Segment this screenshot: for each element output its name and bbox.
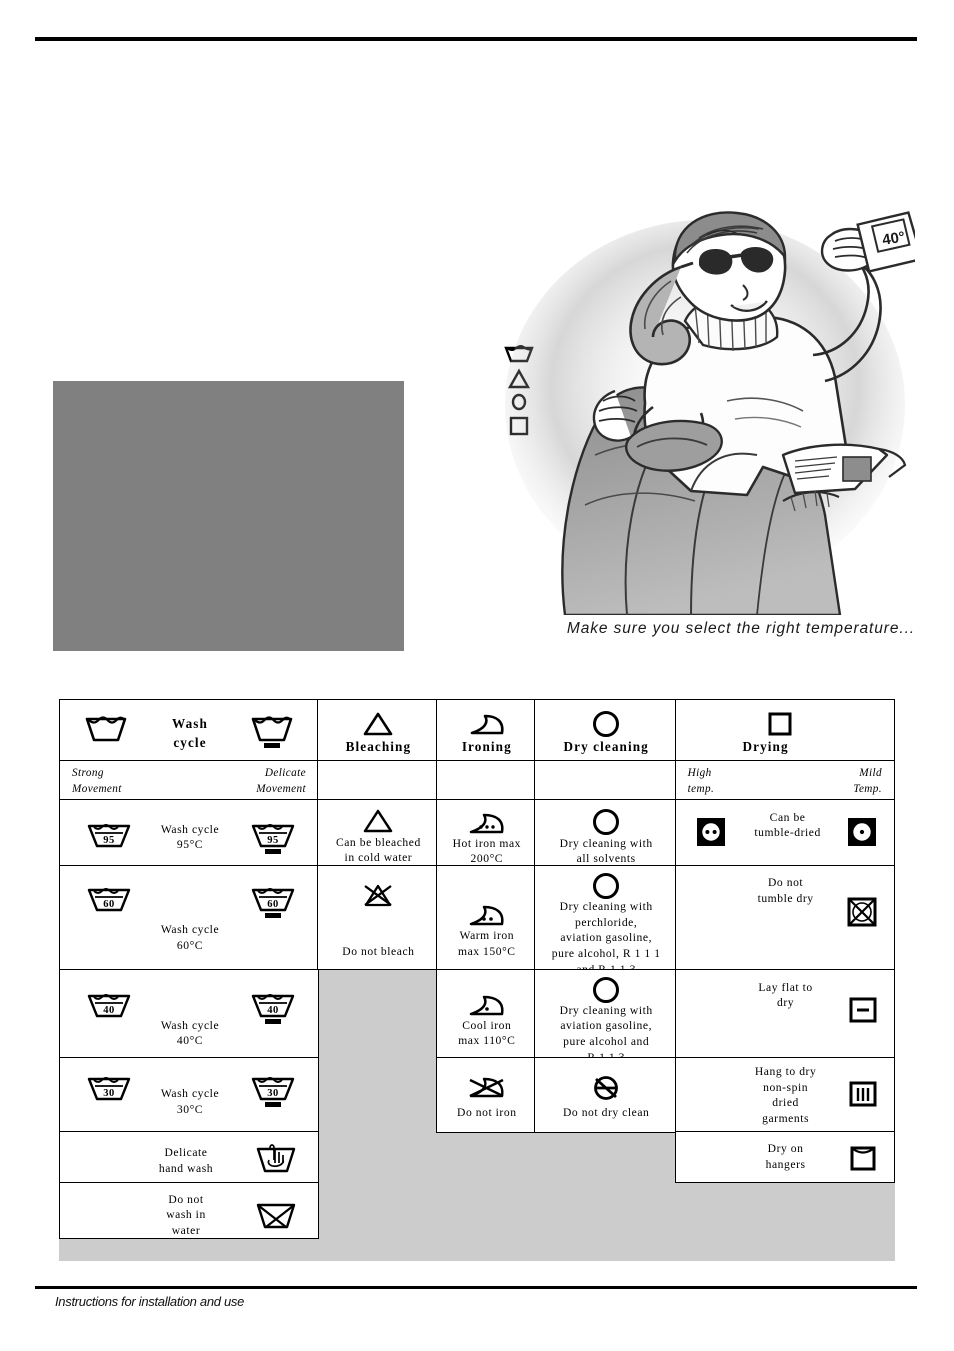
table-header-ironing: Ironing (435, 699, 536, 762)
laundry-illustration: 40° (495, 205, 915, 615)
table-row-hand-wash-label: Delicate hand wash (158, 1146, 214, 1176)
do-not-tumble-dry-icon (846, 896, 878, 933)
table-row-do-not-iron-label: Do not iron (457, 1106, 517, 1119)
illustration-caption: Make sure you select the right temperatu… (566, 620, 915, 637)
subheader-delicate-movement: Delicate Movement (256, 767, 306, 795)
table-subheader-wash: Strong Movement Delicate Movement (59, 760, 319, 801)
svg-text:60: 60 (103, 899, 115, 910)
wash-tub-30-icon: 30 (86, 1074, 132, 1107)
table-row-dryclean-all: Dry cleaning with all solvents (534, 798, 677, 867)
table-row-do-not-dryclean-label: Do not dry clean (562, 1106, 650, 1119)
table-header-bleaching: Bleaching (317, 699, 438, 762)
wash-tub-40-delicate-icon: 40 (250, 991, 296, 1032)
wash-tub-icon (84, 714, 128, 749)
hand-wash-icon (255, 1143, 297, 1180)
table-row-hang-dry-nonspin-label: Hang to dry non-spin dried garments (754, 1065, 817, 1125)
subheader-mild-temp: Mild Temp. (853, 767, 882, 795)
table-row-do-not-bleach: Do not bleach (317, 865, 438, 971)
svg-text:40: 40 (267, 1005, 279, 1016)
footer-rule (35, 1286, 917, 1289)
table-row-do-not-iron: Do not iron (435, 1057, 536, 1133)
table-row-iron-hot-label: Hot iron max 200°C (452, 836, 522, 866)
wash-tub-30-delicate-icon: 30 (250, 1074, 296, 1115)
do-not-wash-icon (255, 1201, 297, 1236)
table-row-do-not-dryclean: Do not dry clean (534, 1057, 677, 1133)
svg-text:60: 60 (267, 899, 279, 910)
table-row-do-not-wash: Do not wash in water (59, 1181, 319, 1239)
table-row-dryclean-aviation-label: Dry cleaning with aviation gasoline, pur… (559, 1003, 653, 1064)
table-row-wash-40: 40 Wash cycle 40°C 40 (59, 968, 319, 1059)
drip-dry-icon (848, 1079, 878, 1114)
table-header-drycleaning-label: Dry cleaning (563, 739, 649, 754)
table-row-do-not-tumble-dry: Do not tumble dry (674, 865, 895, 971)
table-row-tumble-dry: Can be tumble-dried (674, 798, 895, 867)
footer-text: Instructions for installation and use (55, 1294, 245, 1309)
table-row-wash-40-label: Wash cycle 40°C (160, 1018, 220, 1048)
table-header-wash-label: Wash cycle (172, 716, 208, 751)
table-row-do-not-tumble-dry-label: Do not tumble dry (757, 876, 814, 905)
wash-tub-delicate-icon (250, 714, 294, 755)
subheader-high-temp: High temp. (687, 767, 715, 795)
table-row-lay-flat-dry: Lay flat to dry (674, 968, 895, 1059)
table-subheader-drycleaning (534, 760, 677, 801)
table-row-iron-cool-label: Cool iron max 110°C (458, 1018, 516, 1048)
care-symbols-table: Wash cycle Bleaching Ironing Dry cleanin… (59, 699, 895, 1261)
wash-tub-60-delicate-icon: 60 (250, 885, 296, 926)
do-not-bleach-icon (361, 881, 395, 914)
table-subheader-ironing (435, 760, 536, 801)
table-row-dry-on-hangers: Dry on hangers (674, 1131, 895, 1184)
table-row-dryclean-aviation: Dry cleaning with aviation gasoline, pur… (534, 968, 677, 1064)
hang-dry-icon (848, 1143, 878, 1178)
table-row-iron-warm: Warm iron max 150°C (435, 865, 536, 971)
header-rule (35, 37, 917, 41)
table-row-lay-flat-dry-label: Lay flat to dry (758, 980, 813, 1010)
table-header-ironing-label: Ironing (461, 739, 512, 754)
table-header-bleaching-label: Bleaching (345, 739, 412, 754)
tumble-dry-high-icon (695, 816, 727, 853)
table-row-do-not-bleach-label: Do not bleach (342, 945, 415, 959)
table-row-tumble-dry-label: Can be tumble-dried (754, 810, 821, 840)
table-row-wash-95-label: Wash cycle 95°C (160, 822, 220, 852)
wash-tub-95-delicate-icon: 95 (250, 821, 296, 862)
table-row-wash-60: 60 Wash cycle 60°C 60 (59, 865, 319, 971)
table-row-wash-95: 95 Wash cycle 95°C 95 (59, 798, 319, 867)
page-root: 40° Make sure you select the right tempe… (0, 0, 954, 1351)
table-row-iron-warm-label: Warm iron max 150°C (458, 929, 516, 958)
table-row-bleach-cold-label: Can be bleached in cold water (335, 835, 421, 865)
table-row-hand-wash: Delicate hand wash (59, 1131, 319, 1184)
table-row-hang-dry-nonspin: Hang to dry non-spin dried garments (674, 1057, 895, 1133)
table-row-bleach-cold: Can be bleached in cold water (317, 798, 438, 867)
table-subheader-bleaching (317, 760, 438, 801)
table-header-wash: Wash cycle (59, 699, 319, 762)
svg-text:30: 30 (103, 1088, 115, 1099)
table-header-drycleaning: Dry cleaning (534, 699, 677, 762)
table-row-dryclean-perchloride-label: Dry cleaning with perchloride, aviation … (551, 900, 661, 976)
table-row-do-not-wash-label: Do not wash in water (166, 1192, 206, 1238)
lay-flat-dry-icon (848, 995, 878, 1030)
table-row-iron-hot: Hot iron max 200°C (435, 798, 536, 867)
table-row-dryclean-perchloride: Dry cleaning with perchloride, aviation … (534, 865, 677, 976)
table-row-wash-60-label: Wash cycle 60°C (160, 923, 220, 952)
svg-text:95: 95 (267, 835, 279, 846)
wash-tub-95-icon: 95 (86, 821, 132, 854)
table-row-dry-on-hangers-label: Dry on hangers (765, 1142, 806, 1172)
table-row-dryclean-all-label: Dry cleaning with all solvents (559, 836, 653, 866)
table-row-wash-30-label: Wash cycle 30°C (160, 1087, 220, 1116)
table-row-iron-cool: Cool iron max 110°C (435, 968, 536, 1059)
svg-text:95: 95 (103, 835, 115, 846)
wash-tub-40-icon: 40 (86, 991, 132, 1024)
table-header-drying: Drying (674, 699, 895, 762)
do-not-dryclean-icon (591, 1073, 621, 1108)
svg-text:30: 30 (267, 1088, 279, 1099)
tumble-dry-mild-icon (846, 816, 878, 853)
table-row-wash-30: 30 Wash cycle 30°C 30 (59, 1057, 319, 1133)
svg-text:40: 40 (103, 1005, 115, 1016)
gray-placeholder-block (53, 381, 404, 651)
table-header-drying-label: Drying (742, 739, 789, 754)
do-not-iron-icon (466, 1075, 508, 1106)
table-subheader-drying: High temp. Mild Temp. (674, 760, 895, 801)
wash-tub-60-icon: 60 (86, 885, 132, 918)
subheader-strong-movement: Strong Movement (72, 767, 122, 795)
illustration-temp-label: 40° (881, 228, 906, 248)
